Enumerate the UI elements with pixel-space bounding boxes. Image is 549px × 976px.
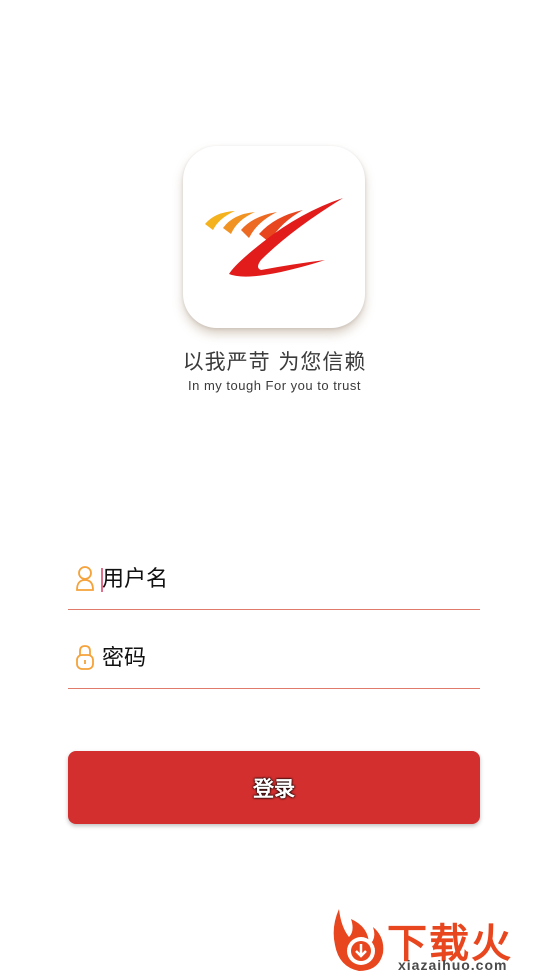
password-field[interactable] [68, 643, 480, 689]
username-field[interactable] [68, 564, 480, 610]
lock-icon [74, 643, 96, 673]
login-screen: 以我严苛 为您信赖 In my tough For you to trust 登… [0, 0, 549, 976]
user-icon [74, 564, 96, 594]
slogan-english: In my tough For you to trust [188, 378, 361, 393]
watermark-url: xiazaihuo.com [398, 957, 508, 973]
app-logo [183, 146, 365, 328]
password-input[interactable] [102, 643, 462, 675]
slogan-chinese: 以我严苛 为您信赖 [182, 350, 367, 374]
login-button[interactable]: 登录 [68, 751, 480, 824]
swoosh-logo-icon [205, 198, 343, 277]
flame-logo-icon [333, 909, 384, 971]
watermark: 下载火 xiazaihuo.com [325, 905, 549, 976]
username-input[interactable] [102, 564, 462, 596]
